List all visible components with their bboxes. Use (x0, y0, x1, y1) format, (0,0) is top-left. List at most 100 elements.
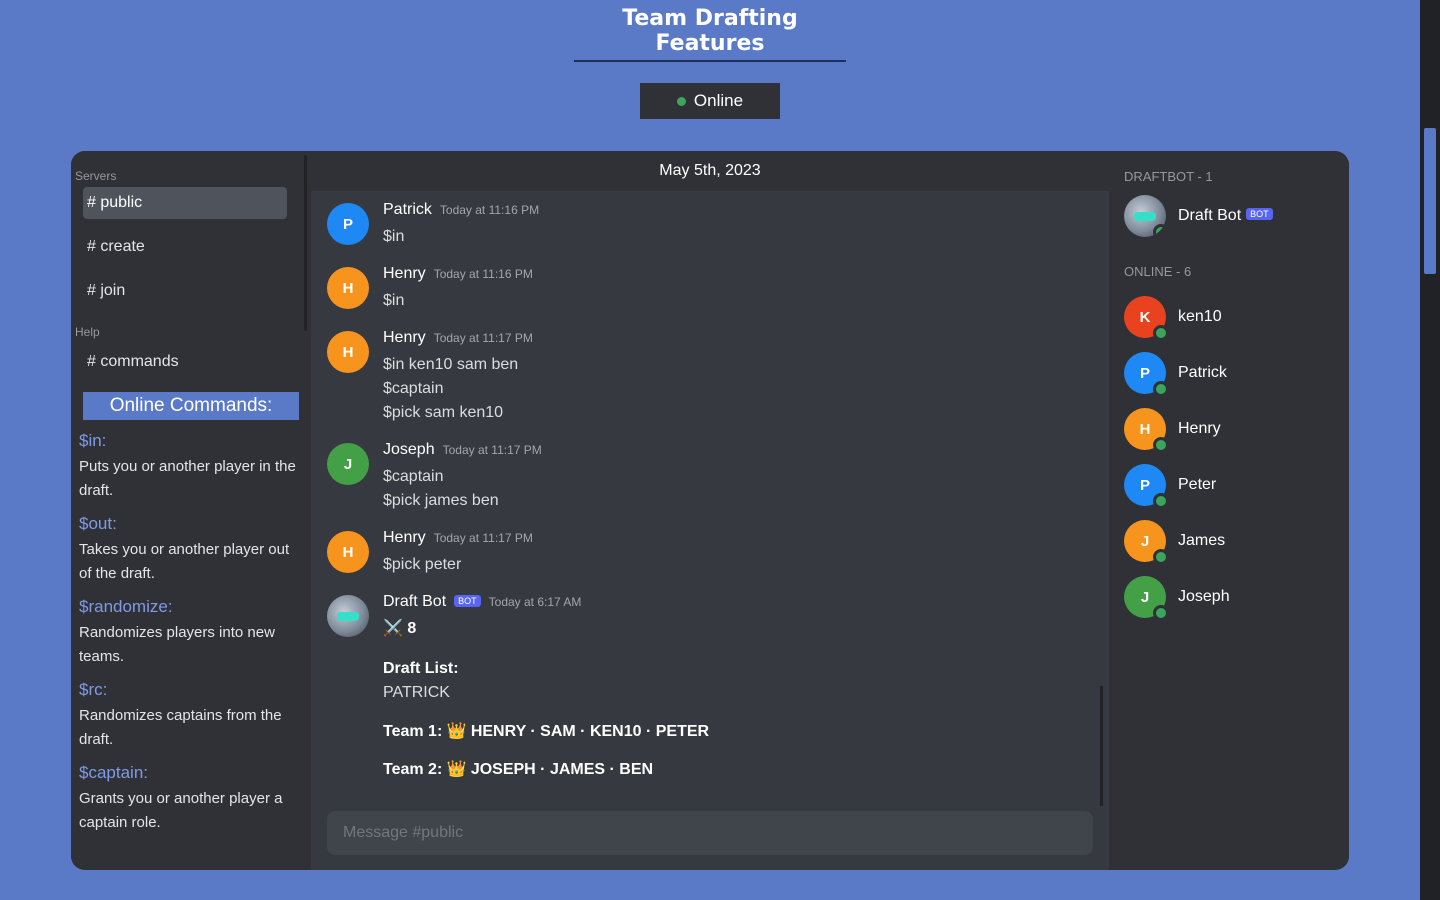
member-list: DRAFTBOT - 1 Draft Bot BOT ONLINE - 6 K … (1109, 151, 1349, 870)
avatar: H (1124, 408, 1169, 453)
team-1-line: Team 1: 👑 HENRY · SAM · KEN10 · PETER (383, 721, 1093, 743)
command-description: Takes you or another player out of the d… (79, 541, 290, 582)
message: J Joseph Today at 11:17 PM $captain $pic… (327, 441, 1093, 513)
command-item: $captain: Grants you or another player a… (75, 762, 303, 835)
channel-commands[interactable]: # commands (83, 346, 287, 378)
draft-count: ⚔️ 8 (383, 620, 417, 637)
message-list: P Patrick Today at 11:16 PM $in H Henry … (311, 191, 1109, 781)
command-name: $in: (79, 431, 107, 450)
online-presence-icon (1153, 381, 1169, 397)
member-name: Patrick (1178, 364, 1227, 381)
command-description: Randomizes captains from the draft. (79, 707, 282, 748)
message-text: $captain (383, 380, 444, 397)
online-presence-icon (1153, 493, 1169, 509)
member-joseph[interactable]: J Joseph (1124, 569, 1349, 625)
bot-message: Draft Bot BOT Today at 6:17 AM ⚔️ 8 Draf… (327, 593, 1093, 781)
message: H Henry Today at 11:17 PM $in ken10 sam … (327, 329, 1093, 425)
online-presence-icon (1153, 605, 1169, 621)
message-input[interactable]: Message #public (327, 811, 1093, 855)
online-presence-icon (1153, 549, 1169, 565)
member-henry[interactable]: H Henry (1124, 401, 1349, 457)
avatar[interactable]: J (327, 443, 369, 485)
chat-app-window: Servers # public # create # join Help # … (71, 151, 1349, 870)
robot-visor-icon (1134, 212, 1156, 221)
page-scrollbar-thumb[interactable] (1424, 128, 1436, 274)
avatar[interactable]: H (327, 267, 369, 309)
avatar[interactable]: P (327, 203, 369, 245)
message-text: $in (383, 292, 405, 309)
message-timestamp: Today at 11:17 PM (442, 443, 542, 457)
bot-tag-badge: BOT (1246, 208, 1273, 220)
member-name: Joseph (1178, 588, 1230, 605)
command-description: Randomizes players into new teams. (79, 624, 275, 665)
avatar: P (1124, 464, 1169, 509)
message-author[interactable]: Henry (383, 529, 426, 547)
team-1-members: 👑 HENRY · SAM · KEN10 · PETER (446, 723, 710, 740)
message-author[interactable]: Henry (383, 329, 426, 347)
page-scrollbar[interactable] (1420, 0, 1440, 900)
draft-list-title: Draft List: (383, 660, 459, 677)
member-name: ken10 (1178, 308, 1222, 325)
member-name: Henry (1178, 420, 1221, 437)
message-timestamp: Today at 11:16 PM (433, 267, 533, 281)
channel-create[interactable]: # create (83, 231, 287, 263)
avatar: J (1124, 520, 1169, 565)
message-timestamp: Today at 11:17 PM (433, 531, 533, 545)
bot-group-label: DRAFTBOT - 1 (1124, 169, 1213, 184)
avatar[interactable]: H (327, 531, 369, 573)
online-presence-icon (1153, 325, 1169, 341)
bot-tag-badge: BOT (454, 595, 481, 607)
message-author[interactable]: Henry (383, 265, 426, 283)
team-2-members: 👑 JOSEPH · JAMES · BEN (446, 761, 654, 778)
chat-date-header: May 5th, 2023 (311, 151, 1109, 191)
member-name: Draft Bot (1178, 207, 1242, 224)
team-1-label: Team 1: (383, 723, 443, 740)
avatar: P (1124, 352, 1169, 397)
member-ken10[interactable]: K ken10 (1124, 289, 1349, 345)
online-presence-icon (1153, 224, 1166, 237)
command-name: $captain: (79, 763, 148, 782)
sidebar-scrollbar[interactable] (304, 155, 307, 331)
online-group-label: ONLINE - 6 (1124, 264, 1192, 279)
draft-list-entries: PATRICK (383, 684, 450, 701)
command-name: $out: (79, 514, 117, 533)
message: H Henry Today at 11:16 PM $in (327, 265, 1093, 313)
chat-scrollbar[interactable] (1100, 686, 1103, 806)
team-2-line: Team 2: 👑 JOSEPH · JAMES · BEN (383, 759, 1093, 781)
avatar: K (1124, 296, 1169, 341)
online-status-dot-icon (676, 96, 686, 106)
avatar[interactable]: H (327, 331, 369, 373)
online-presence-icon (1153, 437, 1169, 453)
status-badge: Online (640, 83, 780, 119)
message-text: $pick sam ken10 (383, 404, 504, 421)
command-description: Puts you or another player in the draft. (79, 458, 296, 499)
message-timestamp: Today at 11:17 PM (433, 331, 533, 345)
avatar: J (1124, 576, 1169, 621)
message-text: $in ken10 sam ben (383, 356, 519, 373)
command-item: $rc: Randomizes captains from the draft. (75, 679, 303, 752)
message-timestamp: Today at 6:17 AM (488, 595, 582, 609)
member-james[interactable]: J James (1124, 513, 1349, 569)
command-description: Grants you or another player a captain r… (79, 790, 283, 831)
message: H Henry Today at 11:17 PM $pick peter (327, 529, 1093, 577)
online-commands-header: Online Commands: (83, 392, 299, 420)
servers-section-label: Servers (75, 169, 117, 183)
bot-avatar[interactable] (327, 595, 369, 637)
message-author[interactable]: Patrick (383, 201, 432, 219)
channel-public[interactable]: # public (83, 187, 287, 219)
robot-visor-icon (337, 612, 359, 621)
status-label: Online (693, 91, 744, 110)
member-name: James (1178, 532, 1226, 549)
message-text: $captain (383, 468, 444, 485)
command-name: $rc: (79, 680, 108, 699)
member-peter[interactable]: P Peter (1124, 457, 1349, 513)
channel-sidebar: Servers # public # create # join Help # … (71, 151, 311, 870)
member-patrick[interactable]: P Patrick (1124, 345, 1349, 401)
team-2-label: Team 2: (383, 761, 443, 778)
bot-avatar (1124, 195, 1166, 237)
message-author[interactable]: Joseph (383, 441, 435, 459)
message-author[interactable]: Draft Bot (383, 593, 446, 611)
chat-panel: May 5th, 2023 P Patrick Today at 11:16 P… (311, 151, 1109, 870)
member-draft-bot[interactable]: Draft Bot BOT (1124, 194, 1349, 238)
channel-join[interactable]: # join (83, 275, 287, 307)
